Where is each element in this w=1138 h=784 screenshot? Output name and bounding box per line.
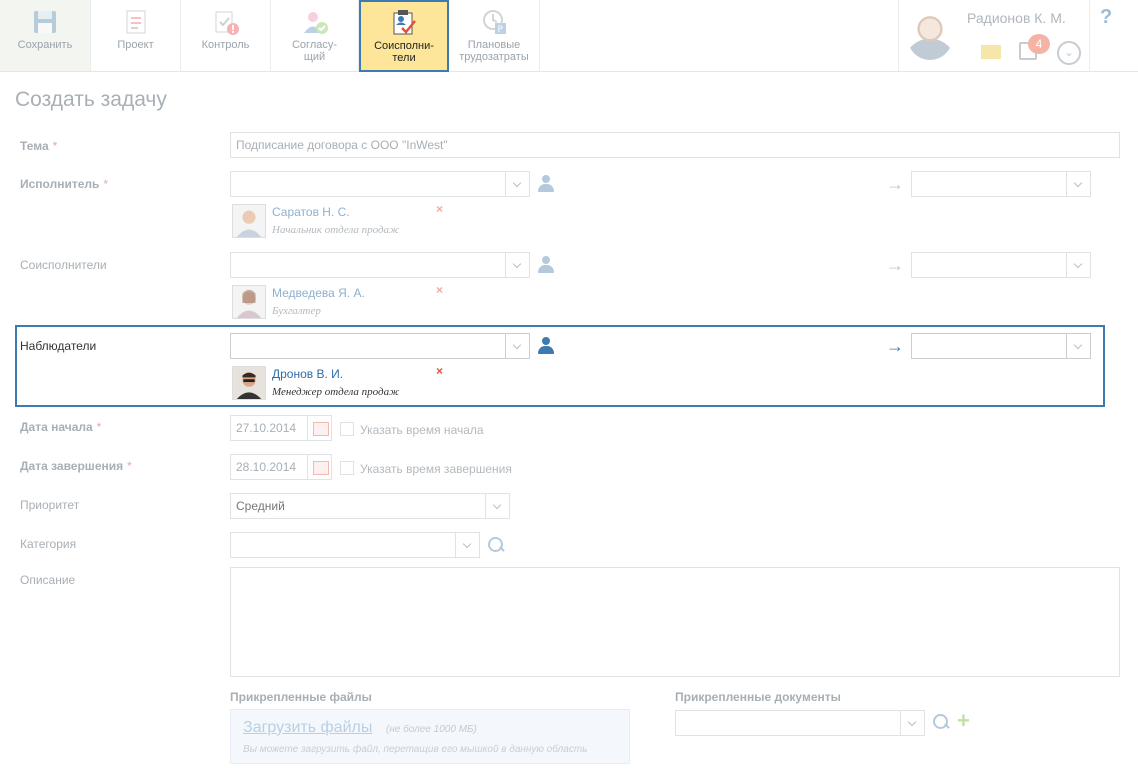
project-icon (126, 10, 145, 34)
subject-input[interactable]: Подписание договора с ООО "InWest" (230, 132, 1120, 158)
executor-select[interactable] (230, 171, 530, 197)
planned-effort-label: Плановые трудозатраты (459, 39, 529, 63)
priority-label: Приоритет (20, 498, 80, 512)
executor-delegate-select[interactable] (911, 171, 1091, 197)
arrow-right-icon[interactable]: → (886, 175, 906, 193)
chevron-down-icon[interactable] (1066, 253, 1090, 277)
arrow-right-icon[interactable]: → (886, 256, 906, 274)
toolbar: Сохранить Проект Контроль Согласу- щий С… (0, 0, 1138, 72)
person-name[interactable]: Медведева Я. А. (272, 286, 365, 300)
start-date-input[interactable]: 27.10.2014 (230, 415, 332, 441)
start-time-checkbox[interactable] (340, 422, 354, 436)
start-date-value: 27.10.2014 (236, 421, 297, 435)
priority-select[interactable]: Средний (230, 493, 510, 519)
planned-effort-button[interactable]: P Плановые трудозатраты (449, 0, 540, 71)
avatar (232, 366, 266, 400)
observers-delegate-select[interactable] (911, 333, 1091, 359)
executor-person-card: Саратов Н. С. Начальник отдела продаж × (232, 202, 443, 242)
save-button[interactable]: Сохранить (0, 0, 91, 71)
close-icon[interactable]: × (436, 364, 443, 378)
control-label: Контроль (201, 39, 250, 51)
user-name[interactable]: Радионов К. М. (967, 10, 1066, 26)
coexecutors-delegate-select[interactable] (911, 252, 1091, 278)
chevron-down-icon[interactable] (485, 494, 509, 518)
person-icon[interactable] (538, 256, 554, 274)
save-icon (34, 11, 56, 33)
end-date-input[interactable]: 28.10.2014 (230, 454, 332, 480)
upload-limit: (не более 1000 МБ) (386, 724, 477, 735)
person-position: Бухгалтер (272, 305, 321, 317)
priority-value: Средний (236, 499, 285, 513)
attached-files-title: Прикрепленные файлы (230, 690, 372, 704)
calendar-icon[interactable] (307, 416, 331, 440)
approver-button[interactable]: Согласу- щий (271, 0, 359, 71)
chevron-down-icon[interactable] (455, 533, 479, 557)
chevron-down-icon[interactable] (505, 334, 529, 358)
user-avatar[interactable] (907, 12, 953, 60)
chevron-down-icon[interactable]: ⌄ (1057, 41, 1081, 65)
arrow-right-icon[interactable]: → (886, 337, 906, 355)
calendar-icon[interactable] (307, 455, 331, 479)
chevron-down-icon[interactable] (900, 711, 924, 735)
chevron-down-icon[interactable] (1066, 172, 1090, 196)
mail-icon[interactable] (981, 45, 1001, 59)
control-icon (215, 11, 239, 35)
upload-hint: Вы можете загрузить файл, перетащив его … (243, 744, 588, 755)
clock-icon: P (483, 10, 506, 35)
project-label: Проект (117, 39, 154, 51)
search-icon[interactable] (933, 714, 951, 732)
coexecutors-select[interactable] (230, 252, 530, 278)
notification-badge: 4 (1028, 34, 1050, 54)
user-panel: Радионов К. М. 4 ⌄ (898, 0, 1090, 71)
upload-files-link[interactable]: Загрузить файлы (243, 719, 372, 737)
observer-person-card: Дронов В. И. Менеджер отдела продаж × (232, 364, 443, 404)
file-drop-zone[interactable]: Загрузить файлы (не более 1000 МБ) Вы мо… (230, 709, 630, 764)
coexecutors-button[interactable]: Соисполни- тели (359, 0, 449, 72)
category-label: Категория (20, 537, 77, 551)
coexecutors-label: Соисполни- тели (374, 40, 434, 64)
start-time-label[interactable]: Указать время начала (360, 423, 484, 437)
search-icon[interactable] (488, 537, 506, 555)
close-icon[interactable]: × (436, 283, 443, 297)
end-date-value: 28.10.2014 (236, 460, 297, 474)
attached-docs-select[interactable] (675, 710, 925, 736)
observers-select[interactable] (230, 333, 530, 359)
description-label: Описание (20, 573, 76, 587)
coexecutor-person-card: Медведева Я. А. Бухгалтер × (232, 283, 443, 323)
subject-label: Тема * (20, 139, 58, 153)
svg-text:P: P (498, 25, 504, 35)
avatar (232, 285, 266, 319)
category-select[interactable] (230, 532, 480, 558)
person-icon[interactable] (538, 175, 554, 193)
description-textarea[interactable] (230, 567, 1120, 677)
attached-docs-title: Прикрепленные документы (675, 690, 841, 704)
end-time-label[interactable]: Указать время завершения (360, 462, 512, 476)
person-name[interactable]: Саратов Н. С. (272, 205, 350, 219)
close-icon[interactable]: × (436, 202, 443, 216)
approver-label: Согласу- щий (291, 39, 338, 63)
chevron-down-icon[interactable] (505, 172, 529, 196)
chevron-down-icon[interactable] (1066, 334, 1090, 358)
end-time-checkbox[interactable] (340, 461, 354, 475)
control-button[interactable]: Контроль (181, 0, 271, 71)
observers-label: Наблюдатели (20, 339, 97, 353)
coexecutors-icon (393, 10, 416, 35)
avatar (232, 204, 266, 238)
chevron-down-icon[interactable] (505, 253, 529, 277)
person-name[interactable]: Дронов В. И. (272, 367, 343, 381)
end-date-label: Дата завершения * (20, 459, 132, 473)
plus-icon[interactable]: + (957, 710, 970, 732)
person-position: Менеджер отдела продаж (272, 386, 400, 398)
help-icon[interactable]: ? (1100, 6, 1112, 29)
start-date-label: Дата начала * (20, 420, 102, 434)
project-button[interactable]: Проект (91, 0, 181, 71)
coexecutors-label: Соисполнители (20, 258, 107, 272)
page-title: Создать задачу (15, 88, 167, 111)
approver-icon (303, 12, 328, 34)
person-position: Начальник отдела продаж (272, 224, 400, 236)
executor-label: Исполнитель * (20, 177, 109, 191)
person-icon[interactable] (538, 337, 554, 355)
save-label: Сохранить (17, 39, 73, 51)
